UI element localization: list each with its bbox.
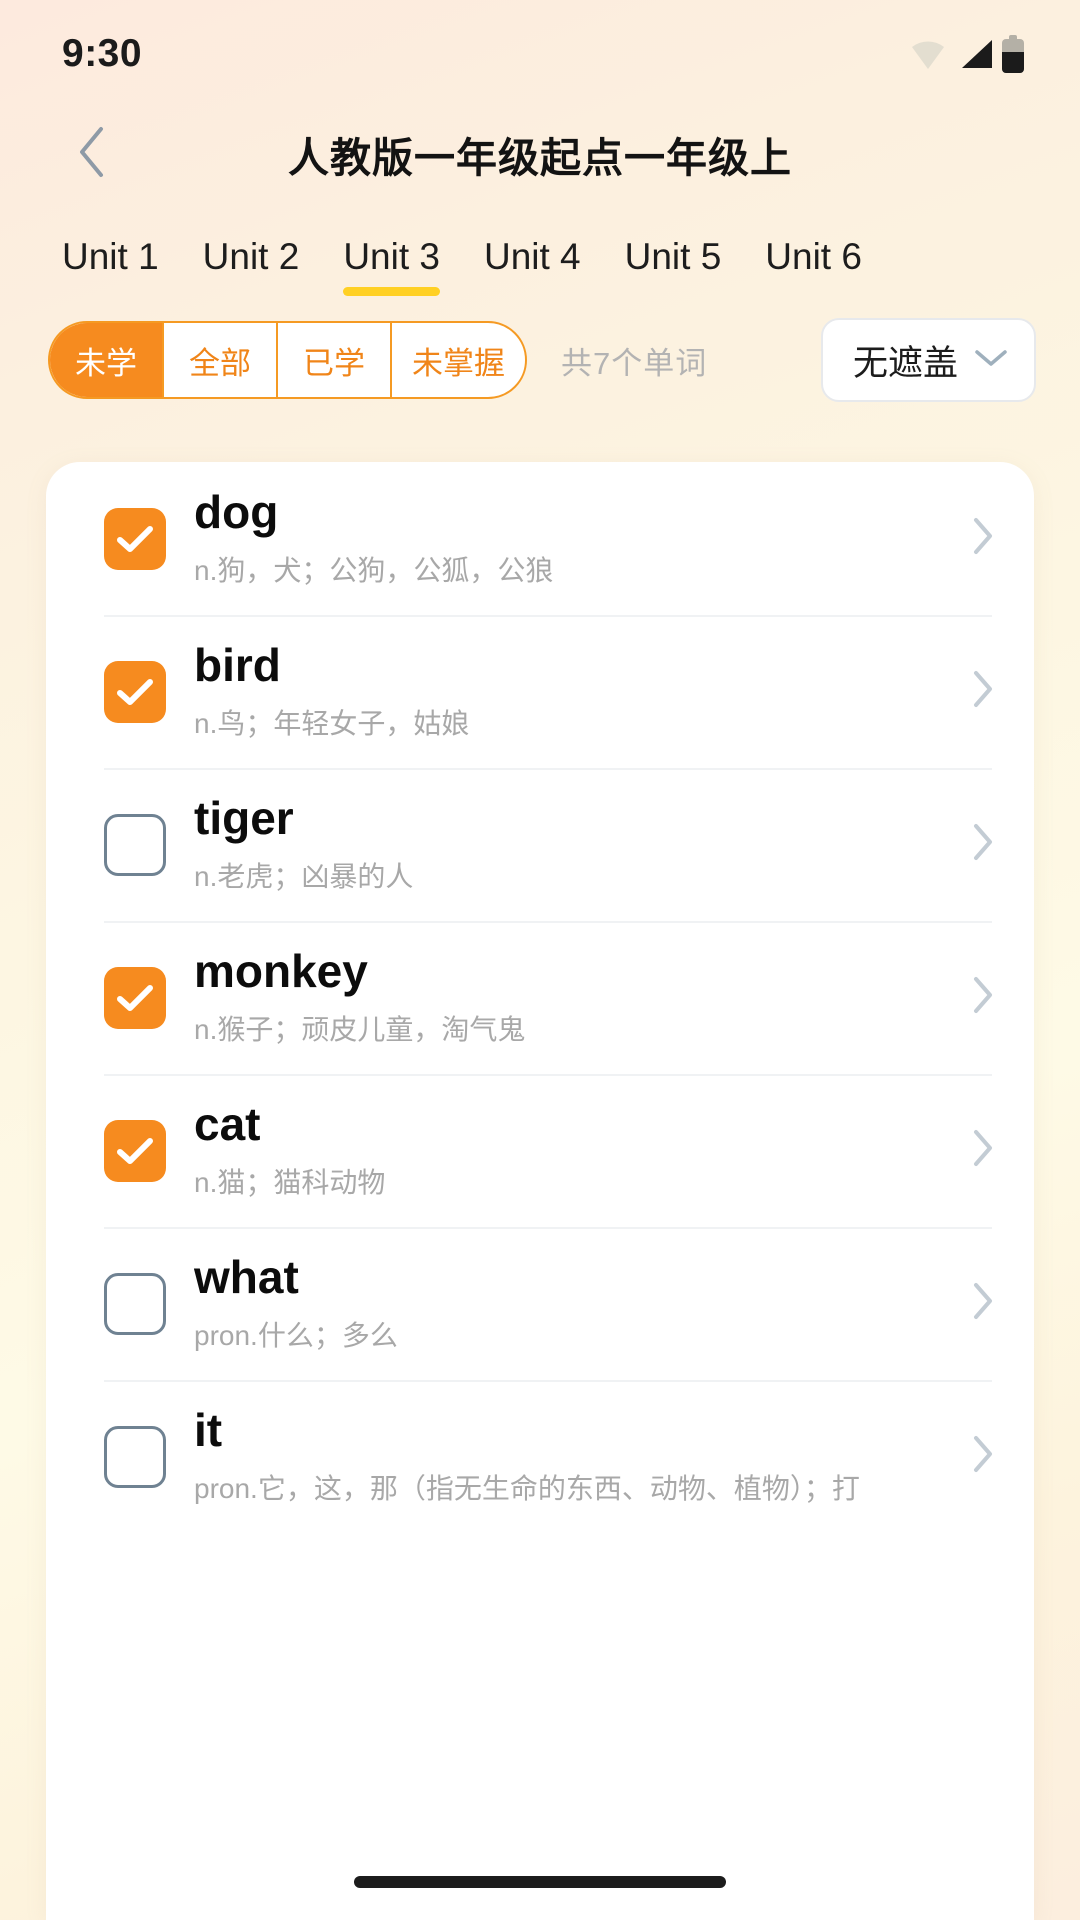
word-definition: n.鸟；年轻女子，姑娘	[194, 707, 470, 739]
word-list: dog n.狗，犬；公狗，公狐，公狼 bird n.鸟；年轻女子，姑娘 tige…	[46, 462, 1034, 1533]
tab-label: Unit 1	[62, 236, 159, 277]
filter-row: 未学 全部 已学 未掌握 共7个单词 无遮盖	[0, 300, 1080, 402]
word-row[interactable]: it pron.它，这，那（指无生命的东西、动物、植物）；打	[46, 1380, 1034, 1533]
word-row[interactable]: what pron.什么；多么	[46, 1227, 1034, 1380]
word-term: cat	[194, 1100, 261, 1151]
chevron-right-icon[interactable]	[972, 517, 994, 560]
segment-label: 未学	[75, 345, 137, 381]
cellular-signal-icon	[956, 38, 994, 70]
mask-mode-value: 无遮盖	[852, 343, 958, 383]
back-button[interactable]	[62, 124, 122, 184]
word-row[interactable]: dog n.狗，犬；公狗，公狐，公狼	[46, 462, 1034, 615]
tab-unit-3[interactable]: Unit 3	[321, 236, 462, 300]
segment-label: 全部	[189, 345, 251, 381]
chevron-right-icon[interactable]	[972, 1282, 994, 1325]
word-text-block: it pron.它，这，那（指无生命的东西、动物、植物）；打	[194, 1406, 956, 1506]
word-checkbox[interactable]	[104, 507, 166, 570]
word-term: monkey	[194, 947, 368, 998]
word-term: tiger	[194, 794, 294, 845]
filter-segment-unlearned[interactable]: 未学	[50, 323, 164, 397]
status-bar-time: 9:30	[62, 32, 143, 75]
chevron-right-icon[interactable]	[972, 823, 994, 866]
tab-unit-4[interactable]: Unit 4	[462, 236, 603, 300]
word-checkbox[interactable]	[104, 1272, 166, 1335]
word-text-block: what pron.什么；多么	[194, 1253, 956, 1353]
wifi-icon	[908, 39, 948, 69]
chevron-right-icon[interactable]	[972, 1435, 994, 1478]
chevron-down-icon	[974, 348, 1008, 373]
word-definition: pron.什么；多么	[194, 1319, 398, 1351]
tab-unit-2[interactable]: Unit 2	[181, 236, 322, 300]
filter-segment-learned[interactable]: 已学	[278, 323, 392, 397]
word-checkbox[interactable]	[104, 1425, 166, 1488]
tab-unit-5[interactable]: Unit 5	[603, 236, 744, 300]
segment-label: 未掌握	[412, 345, 505, 381]
chevron-left-icon	[77, 126, 107, 183]
word-text-block: monkey n.猴子；顽皮儿童，淘气鬼	[194, 947, 956, 1047]
check-icon	[116, 678, 154, 706]
word-list-card: dog n.狗，犬；公狗，公狐，公狼 bird n.鸟；年轻女子，姑娘 tige…	[46, 462, 1034, 1920]
word-row[interactable]: monkey n.猴子；顽皮儿童，淘气鬼	[46, 921, 1034, 1074]
tab-label: Unit 5	[624, 236, 722, 277]
check-icon	[116, 525, 154, 553]
home-indicator	[354, 1876, 726, 1888]
tab-label: Unit 3	[343, 236, 440, 277]
page-title: 人教版一年级起点一年级上	[288, 135, 792, 181]
word-checkbox[interactable]	[104, 660, 166, 723]
word-definition: pron.它，这，那（指无生命的东西、动物、植物）；打	[194, 1472, 860, 1504]
word-checkbox[interactable]	[104, 813, 166, 876]
chevron-right-icon[interactable]	[972, 1129, 994, 1172]
word-text-block: dog n.狗，犬；公狗，公狐，公狼	[194, 488, 956, 588]
word-term: what	[194, 1253, 299, 1304]
tab-label: Unit 4	[483, 236, 581, 277]
word-term: it	[194, 1406, 223, 1457]
word-term: bird	[194, 641, 281, 692]
filter-segment-all[interactable]: 全部	[164, 323, 278, 397]
word-text-block: cat n.猫；猫科动物	[194, 1100, 956, 1200]
word-definition: n.猴子；顽皮儿童，淘气鬼	[194, 1013, 526, 1045]
word-text-block: bird n.鸟；年轻女子，姑娘	[194, 641, 956, 741]
word-definition: n.狗，犬；公狗，公狐，公狼	[194, 554, 554, 586]
word-definition: n.猫；猫科动物	[194, 1166, 386, 1198]
status-bar-icons	[908, 35, 1024, 73]
battery-icon	[1002, 35, 1024, 73]
word-definition: n.老虎；凶暴的人	[194, 860, 414, 892]
check-icon	[116, 1137, 154, 1165]
chevron-right-icon[interactable]	[972, 976, 994, 1019]
unit-tab-bar: Unit 1 Unit 2 Unit 3 Unit 4 Unit 5 Unit …	[0, 200, 1080, 300]
word-term: dog	[194, 488, 279, 539]
filter-segment-unmastered[interactable]: 未掌握	[392, 323, 525, 397]
word-checkbox[interactable]	[104, 966, 166, 1029]
word-row[interactable]: tiger n.老虎；凶暴的人	[46, 768, 1034, 921]
tab-label: Unit 2	[202, 236, 300, 277]
word-count-label: 共7个单词	[561, 345, 708, 381]
status-bar: 9:30	[0, 0, 1080, 108]
status-filter-segmented-control: 未学 全部 已学 未掌握	[48, 321, 527, 399]
tab-label: Unit 6	[765, 236, 862, 277]
word-row[interactable]: cat n.猫；猫科动物	[46, 1074, 1034, 1227]
chevron-right-icon[interactable]	[972, 670, 994, 713]
mask-mode-dropdown[interactable]: 无遮盖	[820, 318, 1036, 402]
tab-unit-6[interactable]: Unit 6	[743, 236, 884, 300]
check-icon	[116, 984, 154, 1012]
tab-unit-1[interactable]: Unit 1	[62, 236, 181, 300]
word-checkbox[interactable]	[104, 1119, 166, 1182]
word-row[interactable]: bird n.鸟；年轻女子，姑娘	[46, 615, 1034, 768]
nav-bar: 人教版一年级起点一年级上	[0, 108, 1080, 200]
word-text-block: tiger n.老虎；凶暴的人	[194, 794, 956, 894]
segment-label: 已学	[303, 345, 365, 381]
